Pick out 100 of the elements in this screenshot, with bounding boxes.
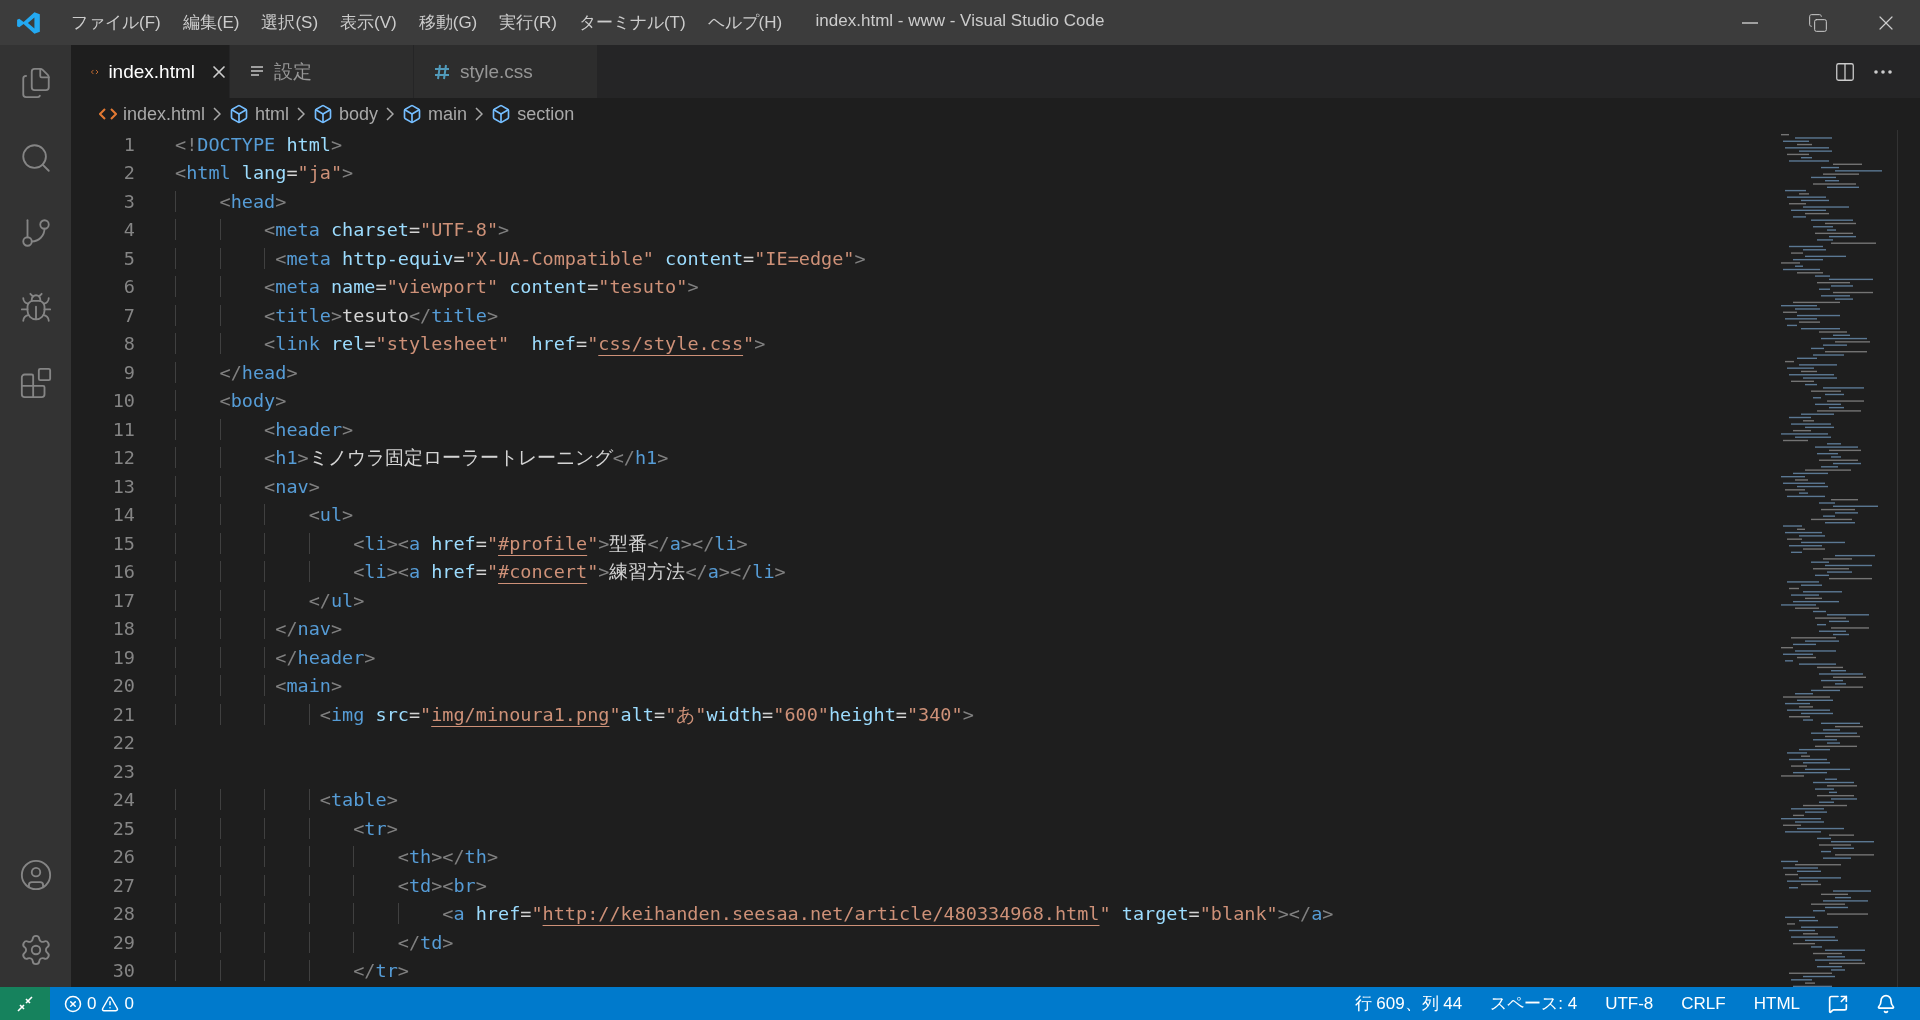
status-item[interactable]: HTML bbox=[1739, 993, 1814, 1014]
chevron-icon bbox=[213, 107, 222, 121]
code-line: <nav> bbox=[175, 475, 320, 497]
code-line: <meta charset="UTF-8"> bbox=[175, 219, 510, 241]
editor-tab[interactable]: index.html bbox=[71, 45, 230, 98]
chevron-icon bbox=[297, 107, 306, 121]
code-line: <head> bbox=[175, 190, 287, 212]
code-line: <!DOCTYPE html> bbox=[175, 133, 343, 155]
line-number: 10 bbox=[111, 390, 135, 412]
status-item[interactable]: UTF-8 bbox=[1591, 993, 1668, 1014]
line-number: 20 bbox=[111, 675, 135, 697]
code-line: </td> bbox=[175, 931, 454, 953]
problems-indicator[interactable]: 0 0 bbox=[50, 993, 148, 1014]
line-number: 8 bbox=[122, 333, 135, 355]
status-item[interactable]: CRLF bbox=[1667, 993, 1740, 1014]
breadcrumb-item[interactable]: main bbox=[402, 103, 468, 125]
line-number: 6 bbox=[122, 276, 135, 298]
warning-count: 0 bbox=[124, 993, 134, 1014]
line-number: 30 bbox=[111, 960, 135, 982]
code-line: <td><br> bbox=[175, 874, 487, 896]
code-line: </ul> bbox=[175, 589, 365, 611]
menu-item[interactable]: 実行(R) bbox=[488, 0, 568, 45]
line-number: 27 bbox=[111, 874, 135, 896]
line-number: 9 bbox=[122, 361, 135, 383]
code-line: </header> bbox=[175, 646, 376, 668]
editor-tab[interactable]: style.css bbox=[414, 45, 598, 98]
more-actions-button[interactable] bbox=[1872, 67, 1894, 76]
tab-label: 設定 bbox=[274, 59, 312, 84]
code-brackets-icon bbox=[99, 107, 117, 121]
status-item[interactable]: 行 609、列 44 bbox=[1340, 992, 1477, 1015]
line-number: 2 bbox=[122, 162, 135, 184]
code-line: <img src="img/minoura1.png"alt="あ"width="600"height="340"> bbox=[175, 701, 974, 727]
extensions-icon bbox=[18, 365, 53, 400]
line-number: 13 bbox=[111, 475, 135, 497]
code-line: <tr> bbox=[175, 817, 398, 839]
menu-item[interactable]: ターミナル(T) bbox=[567, 0, 697, 45]
code-line: <ul> bbox=[175, 504, 354, 526]
split-editor-icon bbox=[1834, 60, 1856, 83]
warning-icon bbox=[101, 994, 120, 1013]
line-number: 24 bbox=[111, 789, 135, 811]
breadcrumb-item[interactable]: body bbox=[313, 103, 379, 125]
code-line: <a href="http://keihanden.seesaa.net/article/480334968.html" target="blank"></a> bbox=[175, 903, 1334, 925]
menu-item[interactable]: ファイル(F) bbox=[60, 0, 172, 45]
line-number: 28 bbox=[111, 903, 135, 925]
cube-icon bbox=[491, 104, 512, 124]
code-line: <body> bbox=[175, 390, 287, 412]
tab-label: style.css bbox=[460, 60, 533, 83]
menu-item[interactable]: 表示(V) bbox=[329, 0, 408, 45]
bell-icon bbox=[1876, 993, 1896, 1014]
menu-item[interactable]: 選択(S) bbox=[250, 0, 330, 45]
code-line: <table> bbox=[175, 789, 398, 811]
code-line: <header> bbox=[175, 418, 354, 440]
hash-icon bbox=[434, 63, 450, 80]
lines-icon bbox=[250, 64, 264, 79]
code-line: <th></th> bbox=[175, 846, 499, 868]
code-line: <html lang="ja"> bbox=[175, 162, 354, 184]
editor-tab[interactable]: 設定 bbox=[230, 45, 414, 98]
line-number: 19 bbox=[111, 646, 135, 668]
error-count: 0 bbox=[87, 993, 97, 1014]
breadcrumb-item[interactable]: index.html bbox=[99, 103, 206, 125]
line-number: 23 bbox=[111, 760, 135, 782]
remote-button[interactable] bbox=[0, 987, 50, 1020]
minimize-icon bbox=[1742, 21, 1758, 24]
app-logo-icon bbox=[16, 9, 42, 36]
status-item[interactable]: スペース: 4 bbox=[1476, 992, 1592, 1015]
breadcrumb-item[interactable]: html bbox=[229, 103, 290, 125]
line-number: 4 bbox=[122, 219, 135, 241]
line-number: 26 bbox=[111, 846, 135, 868]
code-line: <title>tesuto</title> bbox=[175, 304, 499, 326]
run-debug-icon bbox=[18, 290, 53, 325]
menu-item[interactable]: 移動(G) bbox=[407, 0, 489, 45]
line-number: 21 bbox=[111, 703, 135, 725]
more-icon bbox=[1874, 69, 1892, 74]
cube-icon bbox=[229, 104, 250, 124]
line-number: 25 bbox=[111, 817, 135, 839]
menu-item[interactable]: ヘルプ(H) bbox=[696, 0, 794, 45]
line-number: 5 bbox=[122, 247, 135, 269]
line-number: 7 bbox=[122, 304, 135, 326]
chevron-icon bbox=[475, 107, 484, 121]
code-line: </tr> bbox=[175, 960, 409, 982]
line-number: 1 bbox=[122, 133, 135, 155]
menu-item[interactable]: 編集(E) bbox=[171, 0, 251, 45]
cube-icon bbox=[402, 104, 423, 124]
window-title: index.html - www - Visual Studio Code bbox=[815, 11, 1105, 31]
line-number: 14 bbox=[111, 504, 135, 526]
code-line: <li><a href="#concert">練習方法</a></li> bbox=[175, 559, 786, 585]
line-number: 12 bbox=[111, 447, 135, 469]
code-line: </head> bbox=[175, 361, 298, 383]
error-icon bbox=[64, 994, 82, 1013]
line-number: 16 bbox=[111, 561, 135, 583]
line-number: 22 bbox=[111, 732, 135, 754]
code-line: </nav> bbox=[175, 618, 343, 640]
code-line: <link rel="stylesheet" href="css/style.css"> bbox=[175, 333, 766, 355]
breadcrumb-item[interactable]: section bbox=[491, 103, 575, 125]
chevron-icon bbox=[386, 107, 395, 121]
cube-icon bbox=[313, 104, 334, 124]
tab-label: index.html bbox=[108, 60, 195, 83]
feedback-icon bbox=[1828, 993, 1848, 1014]
code-line: <li><a href="#profile">型番</a></li> bbox=[175, 530, 748, 556]
restore-icon bbox=[1808, 12, 1828, 33]
